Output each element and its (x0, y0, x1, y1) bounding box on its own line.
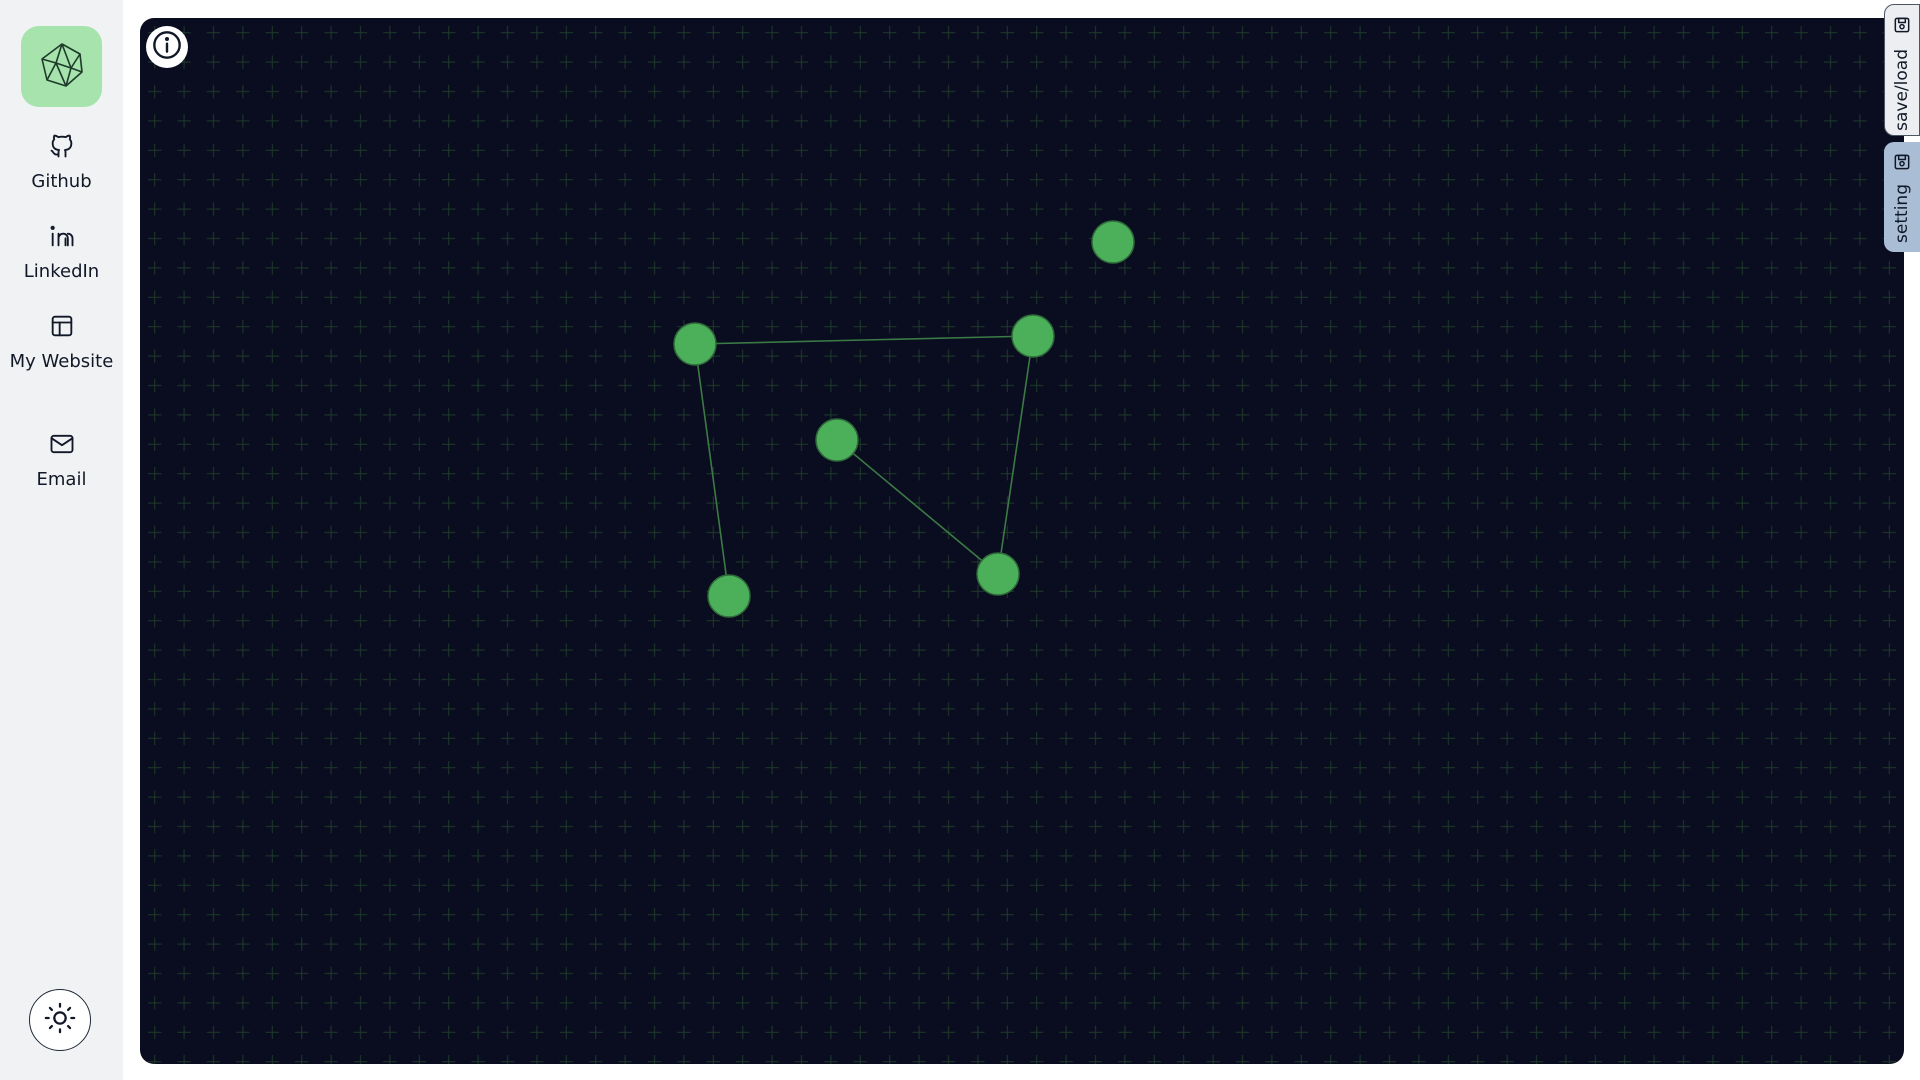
save-load-tab-label: save/load (1892, 49, 1912, 131)
sidebar-item-label: My Website (9, 351, 114, 372)
graph-node[interactable] (815, 418, 859, 462)
theme-toggle-button[interactable] (29, 989, 91, 1051)
info-icon (151, 29, 183, 65)
graph-node[interactable] (707, 574, 751, 618)
graph-node[interactable] (673, 322, 717, 366)
save-load-tab[interactable]: save/load (1884, 4, 1920, 136)
mail-icon (48, 430, 76, 458)
setting-tab[interactable]: setting (1884, 142, 1920, 252)
graph-svg[interactable] (140, 18, 1904, 1064)
linkedin-icon (48, 222, 76, 250)
graph-canvas[interactable] (140, 18, 1904, 1064)
sidebar-item-label: Github (31, 171, 92, 192)
sidebar-item-github[interactable]: Github (0, 132, 123, 196)
sidebar-item-email[interactable]: Email (0, 430, 123, 494)
graph-node[interactable] (1091, 220, 1135, 264)
sidebar-item-label: LinkedIn (23, 261, 100, 282)
app-logo[interactable] (21, 26, 102, 107)
layout-icon (48, 312, 76, 340)
sidebar: Github LinkedIn My Website Email (0, 0, 123, 1080)
sidebar-item-my-website[interactable]: My Website (0, 312, 123, 376)
graph-node[interactable] (1011, 314, 1055, 358)
canvas-grid (140, 18, 1904, 1064)
sidebar-item-label: Email (36, 469, 87, 490)
save-icon (1892, 152, 1912, 176)
github-icon (48, 132, 76, 160)
graph-node[interactable] (976, 552, 1020, 596)
setting-tab-label: setting (1892, 184, 1912, 243)
save-icon (1892, 15, 1912, 39)
polyhedron-graph-icon (38, 41, 86, 93)
info-button[interactable] (146, 26, 188, 68)
sun-icon (43, 1001, 77, 1039)
sidebar-item-linkedin[interactable]: LinkedIn (0, 222, 123, 286)
